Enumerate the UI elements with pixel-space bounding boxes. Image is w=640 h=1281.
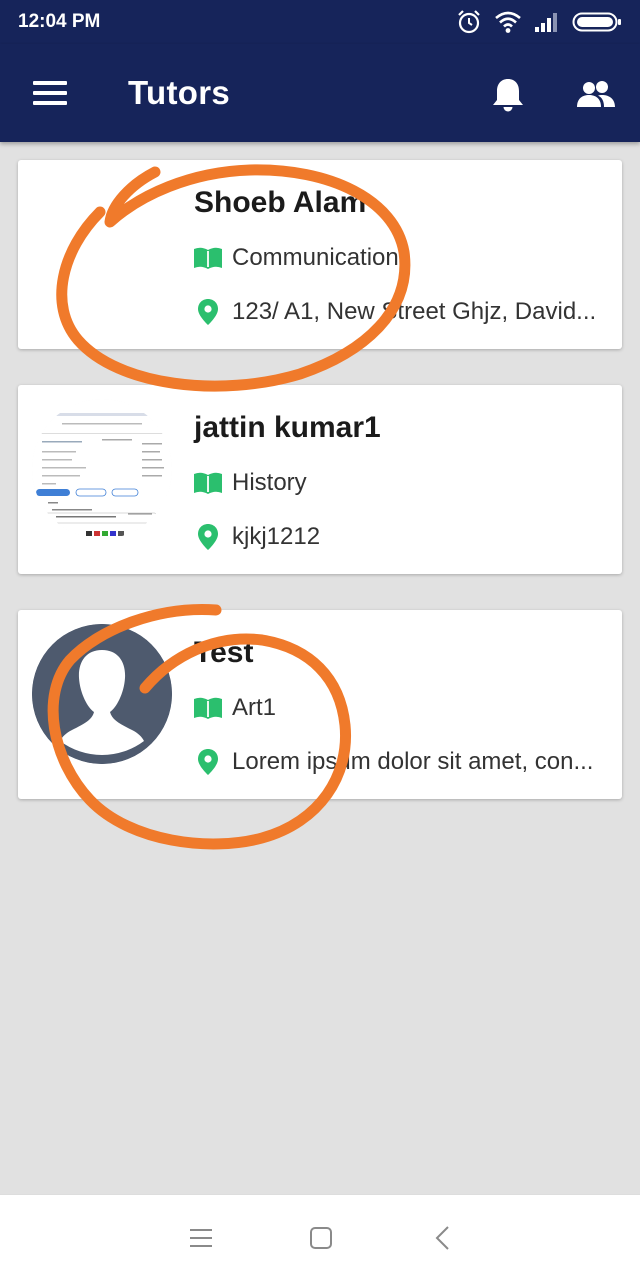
page-title: Tutors — [128, 74, 231, 111]
tutor-subject-row: History — [192, 467, 612, 499]
avatar — [32, 624, 172, 764]
tutor-name: jattin kumar1 — [194, 411, 381, 444]
status-time: 12:04 PM — [18, 11, 101, 32]
tutor-subject-row: Communications — [192, 242, 612, 274]
tutor-address-row: Lorem ipsum dolor sit amet, con... — [192, 746, 612, 778]
book-icon — [192, 244, 224, 272]
square-home-icon — [310, 1227, 332, 1249]
tutor-subject: Art1 — [232, 694, 277, 721]
people-button[interactable] — [574, 77, 618, 113]
tutor-address: 123/ A1, New Street Ghjz, David... — [232, 298, 597, 325]
menu-button[interactable] — [30, 77, 70, 109]
location-pin-icon — [192, 748, 224, 776]
avatar — [32, 174, 172, 314]
default-person-avatar-icon — [32, 624, 172, 764]
avatar-screenshot-thumbnail — [32, 399, 172, 539]
location-pin-icon — [192, 298, 224, 326]
book-icon — [192, 469, 224, 497]
signal-icon — [535, 13, 557, 32]
bell-icon — [493, 79, 523, 112]
tutor-subject-row: Art1 — [192, 692, 612, 724]
tutor-address-row: 123/ A1, New Street Ghjz, David... — [192, 296, 612, 328]
home-button[interactable] — [306, 1223, 336, 1253]
tutor-card[interactable]: jattin kumar1 History kjkj1212 — [18, 385, 622, 574]
tutor-address: Lorem ipsum dolor sit amet, con... — [232, 748, 594, 775]
tutor-address-row: kjkj1212 — [192, 521, 612, 553]
alarm-icon — [458, 10, 480, 34]
battery-icon — [572, 12, 621, 32]
hamburger-menu-icon — [33, 81, 67, 85]
menu-lines-icon — [190, 1229, 212, 1247]
back-chevron-icon — [435, 1226, 449, 1250]
tutor-card[interactable]: Test Art1 Lorem ipsum dolor sit amet, co… — [18, 610, 622, 799]
back-button[interactable] — [428, 1223, 458, 1253]
tutor-name: Test — [194, 636, 254, 669]
tutor-address: kjkj1212 — [232, 523, 321, 550]
people-icon — [577, 81, 615, 107]
wifi-icon — [495, 11, 521, 33]
recent-apps-button[interactable] — [186, 1223, 216, 1253]
location-pin-icon — [192, 523, 224, 551]
app-bar: Tutors — [0, 44, 640, 142]
book-icon — [192, 694, 224, 722]
notifications-button[interactable] — [488, 76, 528, 114]
system-navigation-bar — [0, 1194, 640, 1281]
status-bar: 12:04 PM — [0, 0, 640, 44]
tutor-subject: Communications — [232, 244, 411, 271]
tutor-subject: History — [232, 469, 307, 496]
tutor-name: Shoeb Alam — [194, 186, 367, 219]
avatar — [32, 399, 172, 539]
status-icons — [456, 8, 622, 36]
tutor-card[interactable]: Shoeb Alam Communications 123/ A1, New S… — [18, 160, 622, 349]
